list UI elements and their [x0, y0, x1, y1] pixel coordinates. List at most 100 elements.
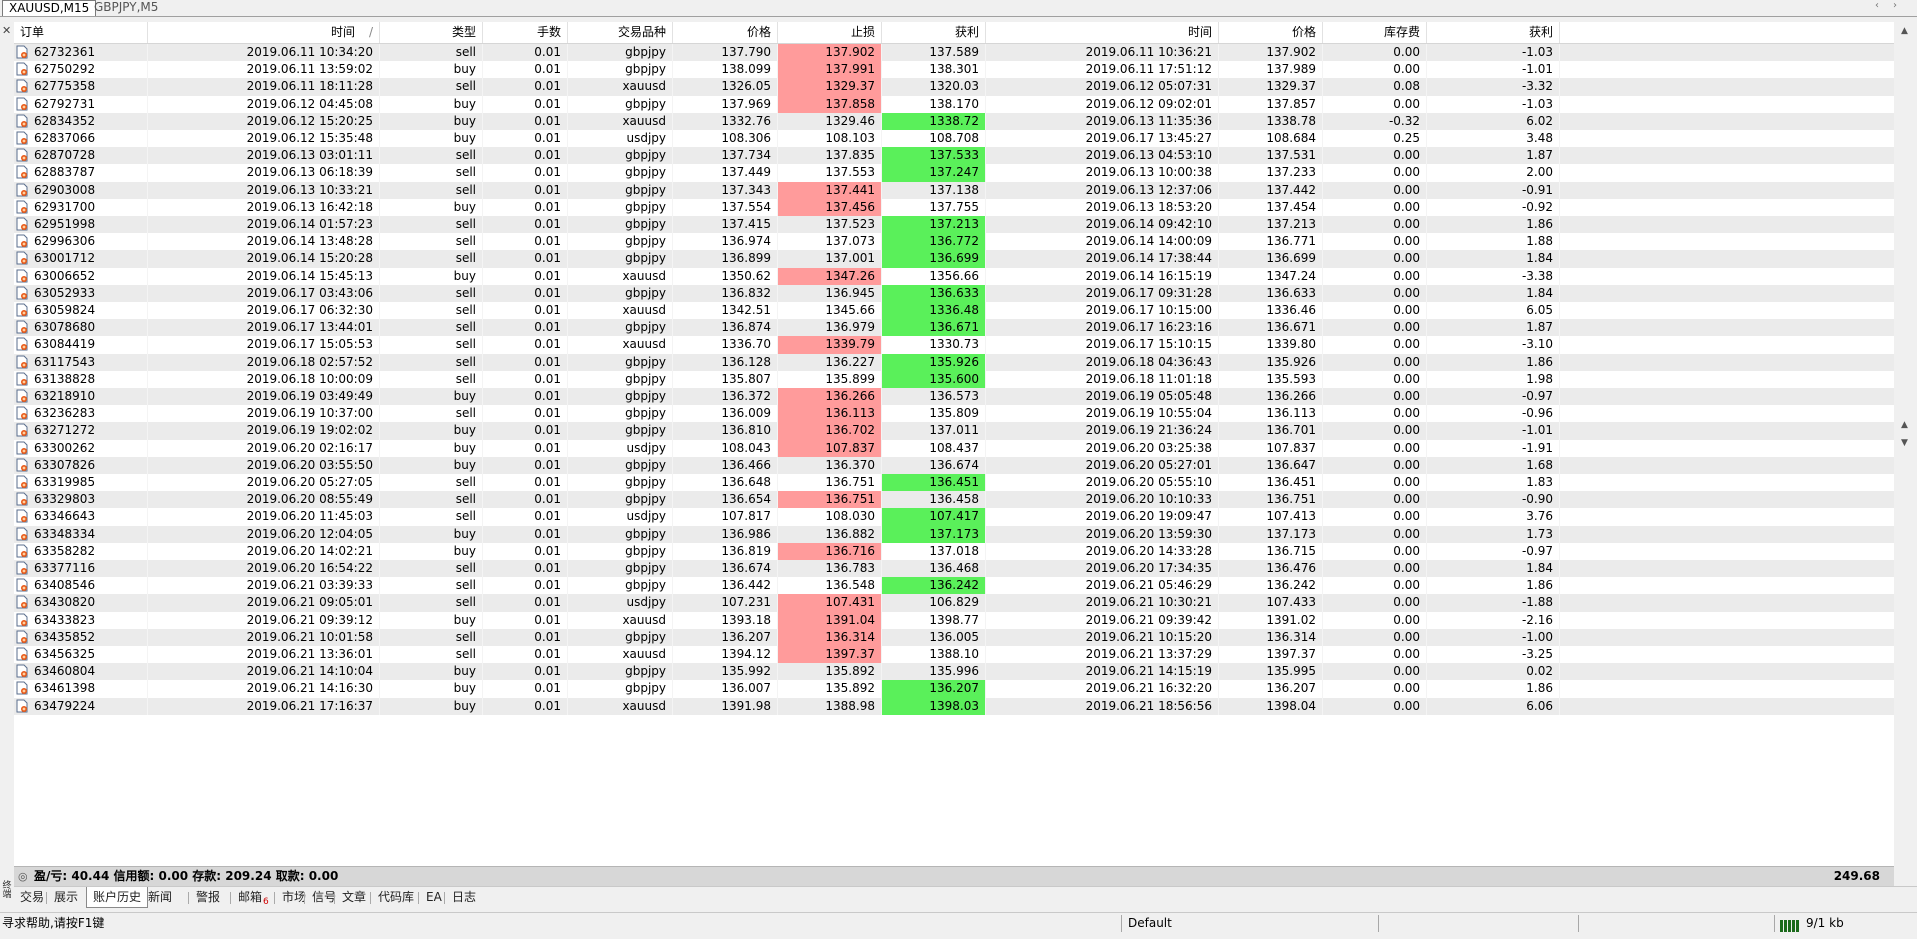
- table-row[interactable]: 63236283 2019.06.19 10:37:00 sell 0.01 gbpjp…: [14, 405, 1894, 423]
- column-header-order[interactable]: 订单: [14, 22, 148, 43]
- cell-close-price: 136.266: [1219, 388, 1323, 406]
- chart-tab-xauusd-m15[interactable]: XAUUSD,M15: [2, 0, 97, 16]
- vertical-scrollbar[interactable]: ▲ ▲ ▼: [1894, 22, 1917, 886]
- cell-open-time: 2019.06.19 10:37:00: [148, 405, 380, 423]
- table-row[interactable]: 63377116 2019.06.20 16:54:22 sell 0.01 gbpjp…: [14, 560, 1894, 578]
- column-header-type[interactable]: 类型: [380, 22, 483, 43]
- cell-lots: 0.01: [483, 164, 568, 182]
- order-number: 62870728: [34, 148, 96, 163]
- cell-close-price: 137.233: [1219, 164, 1323, 182]
- table-row[interactable]: 63348334 2019.06.20 12:04:05 buy 0.01 gbpjpy…: [14, 525, 1894, 543]
- cell-close-time: 2019.06.20 19:09:47: [986, 508, 1219, 526]
- cell-swap: 0.00: [1323, 456, 1427, 474]
- cell-swap: 0.00: [1323, 353, 1427, 371]
- table-row[interactable]: 62951998 2019.06.14 01:57:23 sell 0.01 gbpjp…: [14, 216, 1894, 234]
- cell-open-price: 1391.98: [673, 697, 778, 715]
- table-row[interactable]: 62903008 2019.06.13 10:33:21 sell 0.01 gbpjp…: [14, 181, 1894, 199]
- table-row[interactable]: 63052933 2019.06.17 03:43:06 sell 0.01 gbpjp…: [14, 284, 1894, 302]
- table-row[interactable]: 63300262 2019.06.20 02:16:17 buy 0.01 usdjpy…: [14, 439, 1894, 457]
- tab-9[interactable]: 代码库: [372, 887, 420, 907]
- column-header-take-profit[interactable]: 获利: [882, 22, 986, 43]
- cell-stop-loss: 107.837: [778, 439, 882, 457]
- scroll-down-icon[interactable]: ▼: [1901, 438, 1908, 448]
- cell-open-price: 108.306: [673, 130, 778, 148]
- tab-separator: [274, 892, 275, 904]
- table-row[interactable]: 63117543 2019.06.18 02:57:52 sell 0.01 gbpjp…: [14, 353, 1894, 371]
- order-number: 63377116: [34, 561, 96, 575]
- tab-8[interactable]: 文章: [336, 887, 372, 907]
- table-row[interactable]: 62931700 2019.06.13 16:42:18 buy 0.01 gbpjpy…: [14, 198, 1894, 216]
- cell-close-price: 107.433: [1219, 594, 1323, 612]
- table-row[interactable]: 63059824 2019.06.17 06:32:30 sell 0.01 xauus…: [14, 302, 1894, 320]
- chart-tab-gbpjpy-m5[interactable]: GBPJPY,M5: [88, 0, 164, 15]
- table-row[interactable]: 63456325 2019.06.21 13:36:01 sell 0.01 xauus…: [14, 646, 1894, 664]
- cell-lots: 0.01: [483, 353, 568, 371]
- column-header-swap[interactable]: 库存费: [1323, 22, 1427, 43]
- table-row[interactable]: 63319985 2019.06.20 05:27:05 sell 0.01 gbpjp…: [14, 474, 1894, 492]
- cell-take-profit: 137.533: [882, 147, 986, 165]
- cell-close-time: 2019.06.21 14:15:19: [986, 663, 1219, 681]
- table-row[interactable]: 62732361 2019.06.11 10:34:20 sell 0.01 gbpjp…: [14, 44, 1894, 62]
- column-header-open-price[interactable]: 价格: [673, 22, 778, 43]
- table-row[interactable]: 63435852 2019.06.21 10:01:58 sell 0.01 gbpjp…: [14, 628, 1894, 646]
- column-header-close-time[interactable]: 时间: [986, 22, 1219, 43]
- scroll-up-icon[interactable]: ▲: [1901, 420, 1908, 430]
- table-row[interactable]: 63084419 2019.06.17 15:05:53 sell 0.01 xauus…: [14, 336, 1894, 354]
- cell-close-time: 2019.06.20 17:34:35: [986, 560, 1219, 578]
- table-row[interactable]: 63461398 2019.06.21 14:16:30 buy 0.01 gbpjpy…: [14, 680, 1894, 698]
- tab-4[interactable]: 警报: [190, 887, 226, 907]
- cell-order: 63435852: [14, 628, 148, 646]
- close-icon[interactable]: ✕: [2, 24, 11, 37]
- column-header-symbol[interactable]: 交易品种: [568, 22, 673, 43]
- table-row[interactable]: 63358282 2019.06.20 14:02:21 buy 0.01 gbpjpy…: [14, 542, 1894, 560]
- table-row[interactable]: 63460804 2019.06.21 14:10:04 buy 0.01 gbpjpy…: [14, 663, 1894, 681]
- table-row[interactable]: 62834352 2019.06.12 15:20:25 buy 0.01 xauusd…: [14, 112, 1894, 130]
- tab-0[interactable]: 交易: [14, 887, 50, 907]
- column-header-profit[interactable]: 获利: [1427, 22, 1560, 43]
- scroll-up-icon[interactable]: ▲: [1901, 26, 1908, 36]
- cell-close-time: 2019.06.17 16:23:16: [986, 319, 1219, 337]
- cell-open-price: 137.790: [673, 44, 778, 62]
- table-row[interactable]: 63006652 2019.06.14 15:45:13 buy 0.01 xauusd…: [14, 267, 1894, 285]
- table-row[interactable]: 62837066 2019.06.12 15:35:48 buy 0.01 usdjpy…: [14, 130, 1894, 148]
- table-row[interactable]: 62750292 2019.06.11 13:59:02 buy 0.01 gbpjpy…: [14, 61, 1894, 79]
- table-row[interactable]: 63408546 2019.06.21 03:39:33 sell 0.01 gbpjp…: [14, 577, 1894, 595]
- column-header-lots[interactable]: 手数: [483, 22, 568, 43]
- table-row[interactable]: 62775358 2019.06.11 18:11:28 sell 0.01 xauus…: [14, 78, 1894, 96]
- tab-11[interactable]: 日志: [446, 887, 482, 907]
- table-row[interactable]: 63307826 2019.06.20 03:55:50 buy 0.01 gbpjpy…: [14, 456, 1894, 474]
- table-row[interactable]: 63329803 2019.06.20 08:55:49 sell 0.01 gbpjp…: [14, 491, 1894, 509]
- column-header-close-price[interactable]: 价格: [1219, 22, 1323, 43]
- tab-3[interactable]: 新闻: [142, 887, 178, 907]
- table-row[interactable]: 62792731 2019.06.12 04:45:08 buy 0.01 gbpjpy…: [14, 95, 1894, 113]
- table-row[interactable]: 62996306 2019.06.14 13:48:28 sell 0.01 gbpjp…: [14, 233, 1894, 251]
- table-row[interactable]: 63001712 2019.06.14 15:20:28 sell 0.01 gbpjp…: [14, 250, 1894, 268]
- cell-close-time: 2019.06.13 18:53:20: [986, 198, 1219, 216]
- tab-separator: [304, 892, 305, 904]
- chart-tab-scroll-arrows[interactable]: ‹›: [1875, 0, 1911, 11]
- tab-separator: [418, 892, 419, 904]
- tab-5[interactable]: 邮箱6: [232, 887, 275, 907]
- column-header-stop-loss[interactable]: 止损: [778, 22, 882, 43]
- cell-profit: 3.76: [1427, 508, 1560, 526]
- tab-1[interactable]: 展示: [48, 887, 84, 907]
- table-row[interactable]: 63433823 2019.06.21 09:39:12 buy 0.01 xauusd…: [14, 611, 1894, 629]
- cell-swap: 0.00: [1323, 439, 1427, 457]
- cell-symbol: gbpjpy: [568, 525, 673, 543]
- table-row[interactable]: 62883787 2019.06.13 06:18:39 sell 0.01 gbpjp…: [14, 164, 1894, 182]
- table-row[interactable]: 62870728 2019.06.13 03:01:11 sell 0.01 gbpjp…: [14, 147, 1894, 165]
- table-row[interactable]: 63430820 2019.06.21 09:05:01 sell 0.01 usdjp…: [14, 594, 1894, 612]
- table-row[interactable]: 63346643 2019.06.20 11:45:03 sell 0.01 usdjp…: [14, 508, 1894, 526]
- cell-order: 63218910: [14, 388, 148, 406]
- table-row[interactable]: 63078680 2019.06.17 13:44:01 sell 0.01 gbpjp…: [14, 319, 1894, 337]
- cell-open-time: 2019.06.12 15:20:25: [148, 112, 380, 130]
- column-header-open-time[interactable]: 时间 /: [148, 22, 380, 43]
- cell-swap: 0.00: [1323, 164, 1427, 182]
- table-row[interactable]: 63479224 2019.06.21 17:16:37 buy 0.01 xauusd…: [14, 697, 1894, 715]
- tab-2[interactable]: 账户历史: [86, 887, 149, 908]
- table-row[interactable]: 63138828 2019.06.18 10:00:09 sell 0.01 gbpjp…: [14, 370, 1894, 388]
- cell-open-time: 2019.06.14 01:57:23: [148, 216, 380, 234]
- order-number: 63358282: [34, 543, 96, 558]
- table-row[interactable]: 63271272 2019.06.19 19:02:02 buy 0.01 gbpjpy…: [14, 422, 1894, 440]
- table-row[interactable]: 63218910 2019.06.19 03:49:49 buy 0.01 gbpjpy…: [14, 388, 1894, 406]
